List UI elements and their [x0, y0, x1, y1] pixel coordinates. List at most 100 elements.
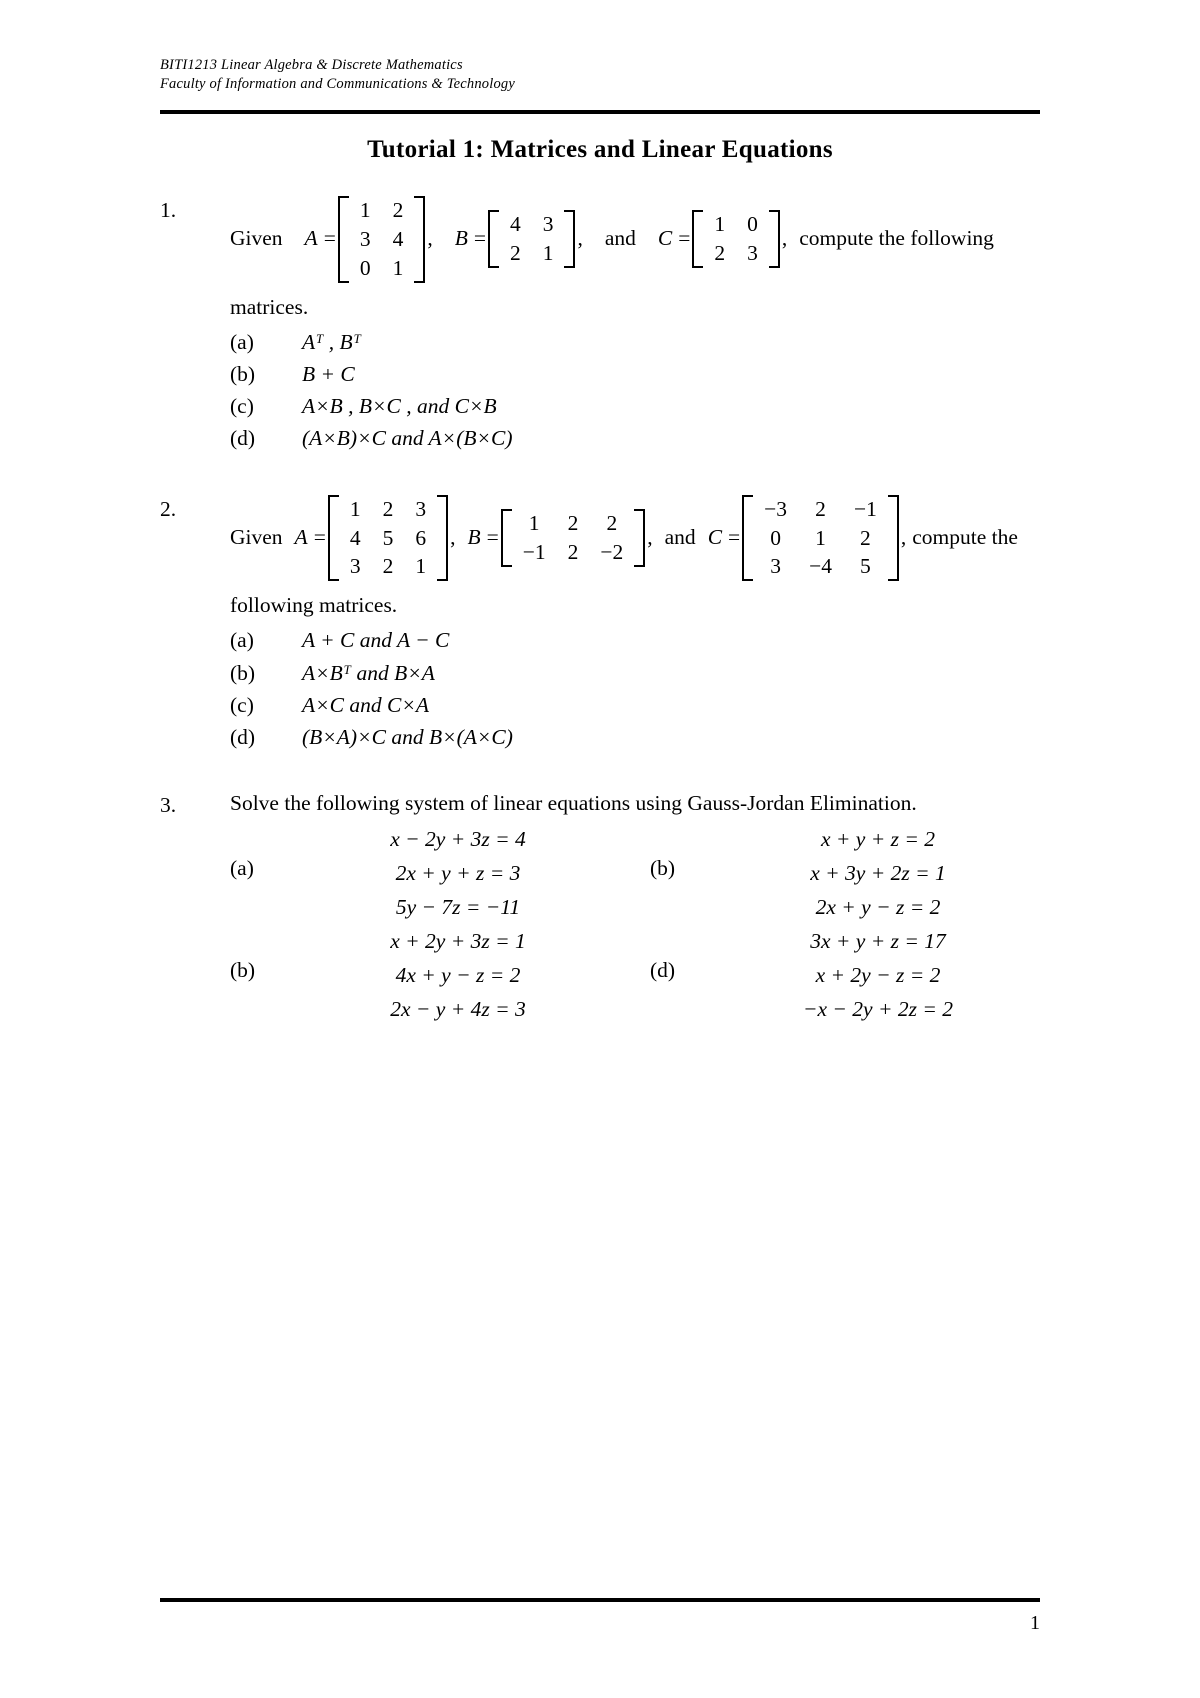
system-b-right: (b) x + y + z = 2 x + 3y + 2z = 1 2x + y…: [650, 822, 1070, 924]
equation-line: x + 2y + 3z = 1: [390, 929, 526, 954]
equals-sign-a1: =: [323, 226, 336, 251]
header-divider: [160, 110, 1040, 114]
bracket-left: [500, 509, 512, 567]
matrix-a-1: 1 2 3 4 0 1: [337, 196, 426, 283]
question-3-systems-row-2: (b) x + 2y + 3z = 1 4x + y − z = 2 2x − …: [230, 924, 1070, 1026]
system-label: (d): [650, 958, 676, 983]
subitem-expression: A + C and A − C: [302, 628, 450, 653]
system-label: (b): [650, 856, 676, 881]
matrix-cell: 2: [714, 241, 726, 266]
subitem-label: (c): [230, 692, 254, 717]
document-header: BITI1213 Linear Algebra & Discrete Mathe…: [160, 56, 1040, 94]
matrix-cell: 5: [382, 525, 394, 550]
equals-sign-c2: =: [728, 525, 741, 550]
document-page: BITI1213 Linear Algebra & Discrete Mathe…: [0, 0, 1200, 1698]
matrix-c-label-2: C: [707, 525, 723, 550]
matrix-cell: 4: [349, 525, 361, 550]
question-3-systems-row-1: (a) x − 2y + 3z = 4 2x + y + z = 3 5y − …: [230, 822, 1070, 924]
header-faculty-line: Faculty of Information and Communication…: [160, 76, 516, 92]
matrix-cell: 6: [415, 525, 427, 550]
bracket-right: [414, 196, 426, 283]
equals-sign-a2: =: [313, 525, 326, 550]
question-1-subitems: (a) Aᵀ , Bᵀ (b) B + C (c) A×B , B×C , an…: [230, 326, 1040, 455]
equation-line: 2x − y + 4z = 3: [390, 997, 526, 1022]
matrix-cell: −1: [853, 496, 877, 521]
matrix-cell: 2: [860, 525, 871, 550]
question-2-subitems: (a) A + C and A − C (b) A×Bᵀ and B×A (c)…: [230, 624, 1040, 753]
system-d: (d) 3x + y + z = 17 x + 2y − z = 2 −x − …: [650, 924, 1070, 1026]
comma-c2: ,: [900, 525, 907, 550]
page-title: Tutorial 1: Matrices and Linear Equation…: [367, 136, 833, 163]
subitem-expression: A×Bᵀ and B×A: [302, 660, 435, 685]
subitem-1b: (b) B + C: [230, 358, 1040, 390]
question-2: 2. Given A = 1 2 3 4 5 6 3 2 1 , B = 1 2…: [160, 494, 1040, 754]
matrix-b-1: 4 3 2 1: [487, 210, 576, 269]
matrix-a-label-2: A: [294, 525, 308, 550]
question-1-given-line: Given A = 1 2 3 4 0 1 , B = 4 3 2 1 , an…: [230, 196, 1040, 283]
subitem-label: (d): [230, 426, 256, 451]
matrix-c-2: −3 2 −1 0 1 2 3 −4 5: [742, 494, 899, 582]
equation-line: 4x + y − z = 2: [395, 963, 521, 988]
subitem-label: (b): [230, 361, 256, 386]
matrix-cell: 5: [860, 554, 871, 579]
matrix-cell: 1: [714, 212, 726, 237]
system-b-left: (b) x + 2y + 3z = 1 4x + y − z = 2 2x − …: [230, 924, 650, 1026]
system-label: (a): [230, 856, 254, 881]
subitem-2c: (c) A×C and C×A: [230, 689, 1040, 721]
comma-b1: ,: [577, 226, 583, 251]
matrix-cell: 0: [359, 255, 371, 280]
header-course-line: BITI1213 Linear Algebra & Discrete Mathe…: [160, 57, 463, 73]
equation-line: −x − 2y + 2z = 2: [803, 997, 953, 1022]
given-word-1: Given: [230, 226, 283, 251]
and-word-2: and: [664, 525, 696, 550]
matrix-cell: −3: [764, 496, 788, 521]
question-3-prompt: Solve the following system of linear equ…: [230, 791, 917, 816]
subitem-1c: (c) A×B , B×C , and C×B: [230, 390, 1040, 422]
given-word-2: Given: [230, 525, 283, 550]
bracket-right: [768, 210, 780, 269]
question-3: 3. Solve the following system of linear …: [160, 791, 1040, 1026]
matrix-cell: −1: [522, 539, 546, 564]
question-1: 1. Given A = 1 2 3 4 0 1 , B = 4 3 2 1 ,…: [160, 196, 1040, 455]
subitem-2b: (b) A×Bᵀ and B×A: [230, 657, 1040, 689]
equation-line: 2x + y + z = 3: [395, 861, 521, 886]
matrix-cell: 1: [359, 198, 371, 222]
matrix-cell: 3: [415, 496, 427, 521]
question-2-tail2: following matrices.: [230, 593, 398, 618]
equation-line: x + 3y + 2z = 1: [810, 861, 946, 886]
matrix-cell: 3: [770, 554, 781, 579]
system-a: (a) x − 2y + 3z = 4 2x + y + z = 3 5y − …: [230, 822, 650, 924]
matrix-cell: −2: [600, 539, 624, 564]
matrix-a-label-1: A: [304, 226, 318, 251]
subitem-label: (d): [230, 725, 256, 750]
matrix-cell: 4: [392, 226, 404, 251]
matrix-cell: 3: [359, 226, 371, 251]
subitem-label: (a): [230, 628, 254, 653]
subitem-expression: (A×B)×C and A×(B×C): [302, 426, 513, 451]
matrix-cell: 0: [770, 525, 781, 550]
matrix-cell: 2: [567, 539, 579, 564]
equation-line: 2x + y − z = 2: [815, 895, 941, 920]
equation-line: 5y − 7z = −11: [395, 895, 521, 920]
matrix-cell: 2: [606, 511, 618, 536]
subitem-label: (b): [230, 660, 256, 685]
matrix-b-label-2: B: [467, 525, 481, 550]
matrix-cell: 1: [392, 255, 404, 280]
page-number: 1: [1030, 1612, 1040, 1634]
matrix-cell: 2: [392, 198, 404, 222]
question-3-number: 3.: [160, 793, 177, 818]
matrix-c-1: 1 0 2 3: [692, 210, 780, 269]
matrix-c-label-1: C: [657, 226, 673, 251]
subitem-2a: (a) A + C and A − C: [230, 624, 1040, 656]
matrix-cell: 2: [567, 511, 579, 536]
bracket-right: [437, 494, 449, 582]
bracket-left: [337, 196, 349, 283]
matrix-b-label-1: B: [454, 226, 468, 251]
matrix-cell: 2: [509, 241, 521, 266]
equals-sign-b1: =: [473, 226, 486, 251]
equation-line: x + 2y − z = 2: [815, 963, 941, 988]
system-label: (b): [230, 958, 256, 983]
subitem-expression: (B×A)×C and B×(A×C): [302, 725, 513, 750]
and-word-1: and: [604, 226, 636, 251]
matrix-a-2: 1 2 3 4 5 6 3 2 1: [327, 494, 449, 582]
